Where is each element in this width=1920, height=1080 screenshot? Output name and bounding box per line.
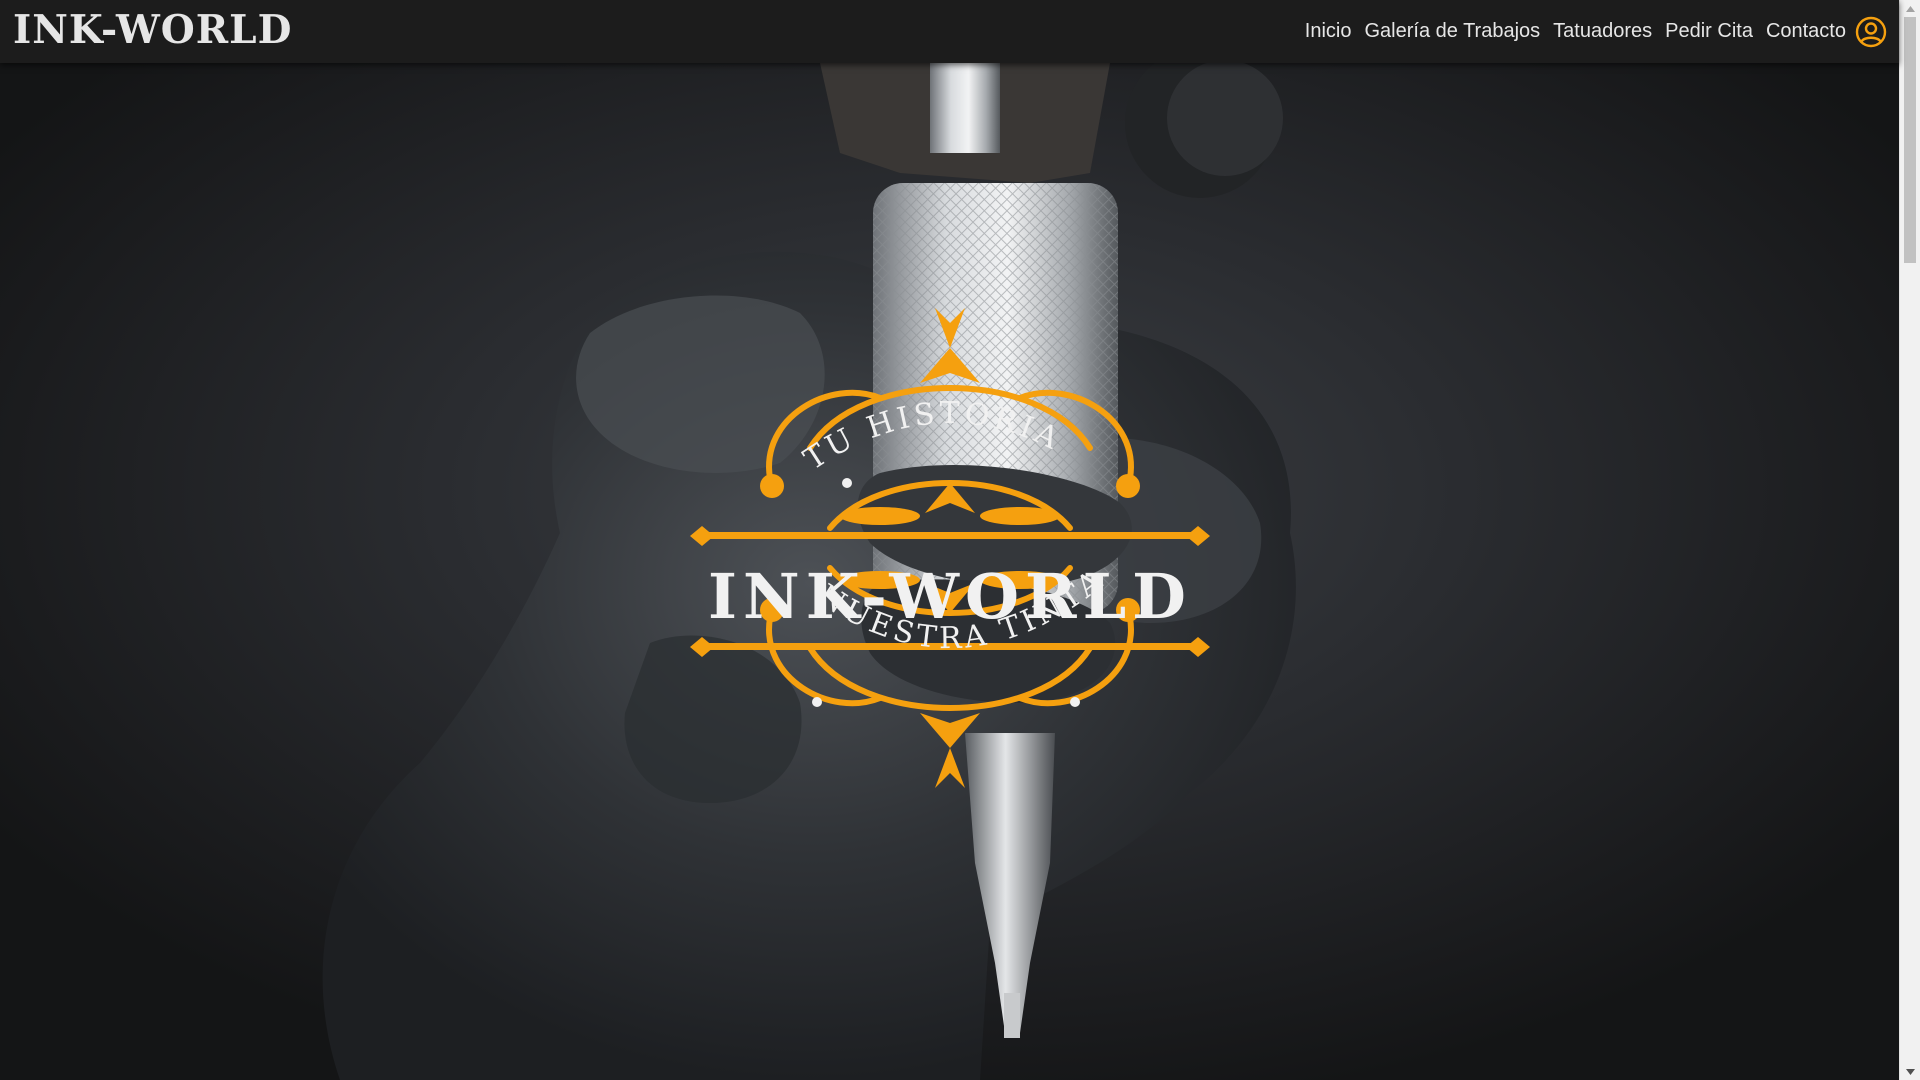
scroll-thumb[interactable] <box>1904 17 1916 263</box>
nav-item-pedir-cita: Pedir Cita <box>1665 0 1753 63</box>
page-scrollbar[interactable] <box>1899 0 1920 1080</box>
nav-item-galeria: Galería de Trabajos <box>1365 0 1541 63</box>
scroll-down-arrow-icon[interactable] <box>1900 1063 1920 1080</box>
nav-link-tatuadores[interactable]: Tatuadores <box>1553 0 1652 63</box>
svg-text:TU HISTORIA: TU HISTORIA <box>798 396 1067 478</box>
hero-section: TU HISTORIA NUESTRA TINTA INK-WORLD <box>0 63 1899 1080</box>
top-navbar: INK-WORLD Inicio Galería de Trabajos Tat… <box>0 0 1899 63</box>
nav-item-contacto: Contacto <box>1766 0 1846 63</box>
nav-item-tatuadores: Tatuadores <box>1553 0 1652 63</box>
nav-item-inicio: Inicio <box>1305 0 1352 63</box>
nav-link-inicio[interactable]: Inicio <box>1305 0 1352 63</box>
brand-logo-link[interactable]: INK-WORLD <box>13 6 292 54</box>
user-circle-icon <box>1855 16 1887 48</box>
emblem-title: INK-WORLD <box>708 560 1192 633</box>
scroll-up-arrow-icon[interactable] <box>1900 0 1920 17</box>
emblem-top-text: TU HISTORIA <box>798 396 1063 478</box>
page: INK-WORLD Inicio Galería de Trabajos Tat… <box>0 0 1920 1080</box>
nav-link-galeria[interactable]: Galería de Trabajos <box>1365 0 1541 63</box>
hero-emblem: TU HISTORIA NUESTRA TINTA INK-WORLD <box>690 308 1210 788</box>
nav-link-pedir-cita[interactable]: Pedir Cita <box>1665 0 1753 63</box>
nav-link-contacto[interactable]: Contacto <box>1766 0 1846 63</box>
user-account-button[interactable] <box>1855 16 1887 48</box>
nav-menu: Inicio Galería de Trabajos Tatuadores Pe… <box>1292 0 1846 63</box>
